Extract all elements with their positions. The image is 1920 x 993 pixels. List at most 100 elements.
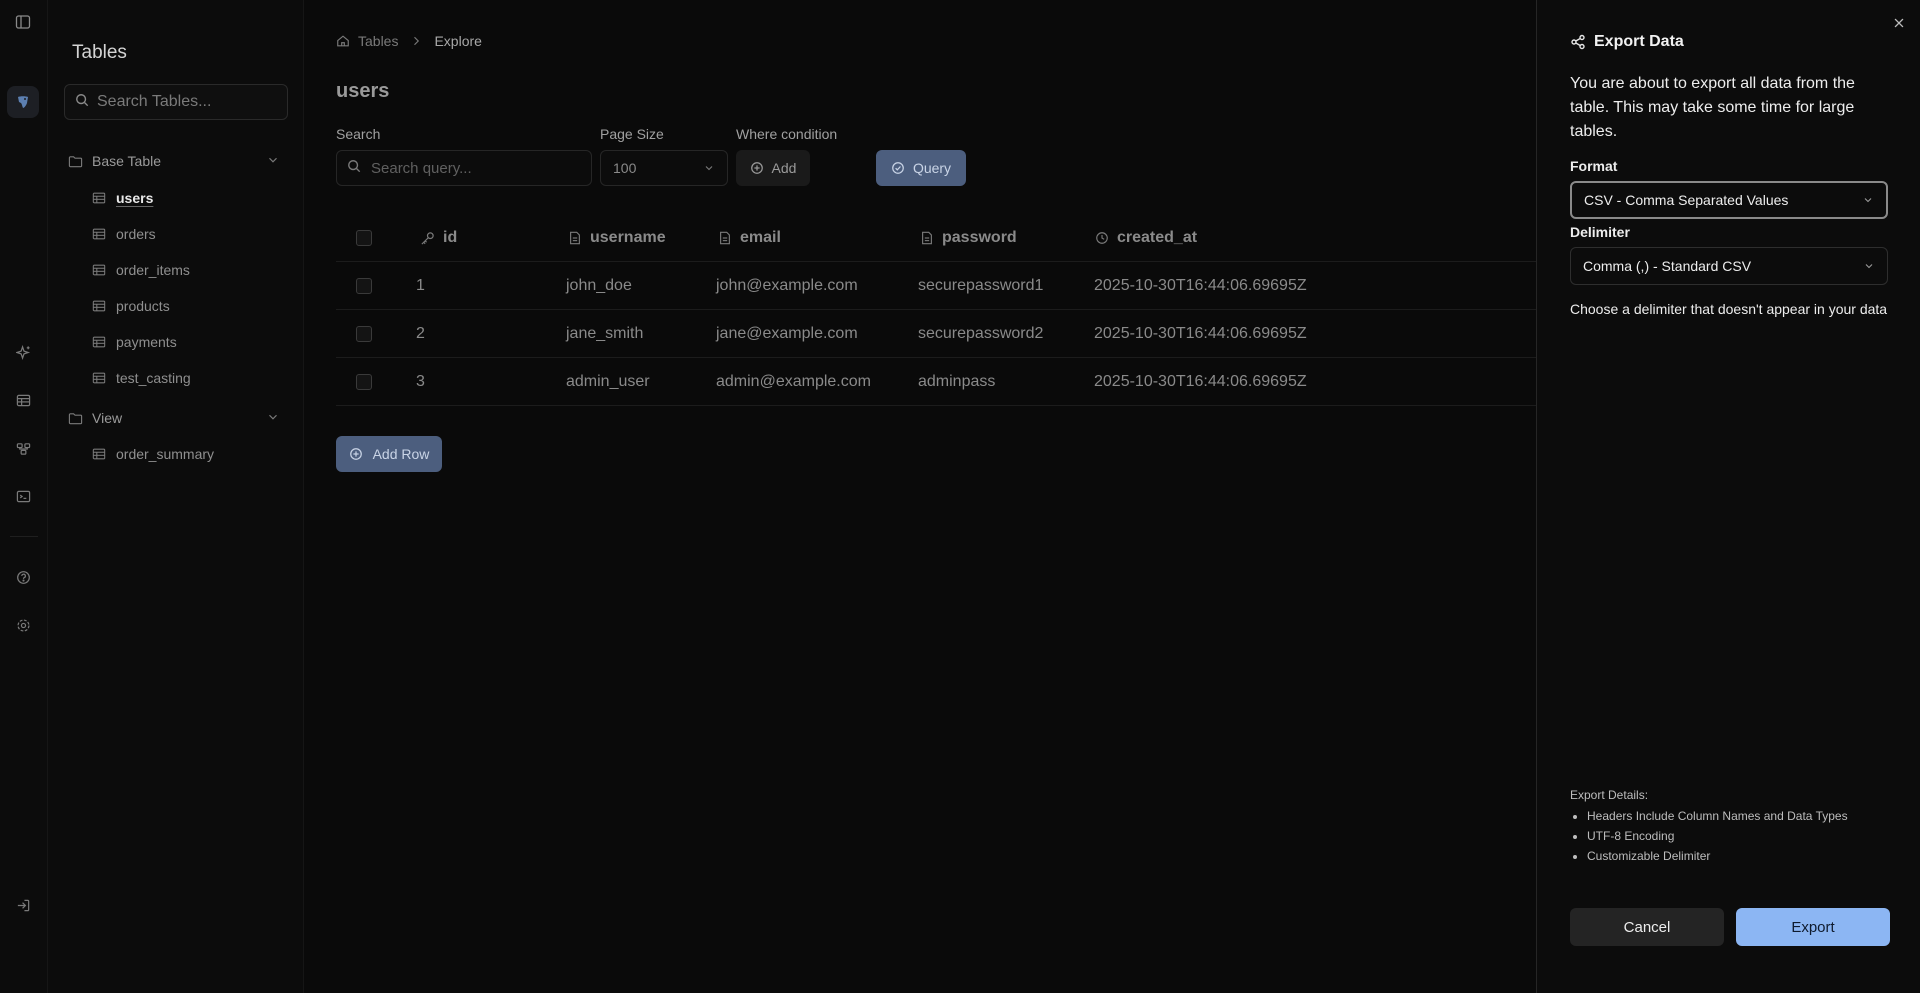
- table-row[interactable]: 1 john_doe john@example.com securepasswo…: [336, 262, 1536, 310]
- export-panel-title: Export Data: [1570, 33, 1684, 51]
- folder-icon: [68, 153, 84, 169]
- chevron-down-icon: [1862, 194, 1874, 206]
- column-header-id[interactable]: id: [420, 214, 457, 262]
- query-button[interactable]: Query: [876, 150, 966, 186]
- search-icon: [347, 159, 361, 178]
- row-checkbox[interactable]: [356, 278, 372, 294]
- row-checkbox[interactable]: [356, 374, 372, 390]
- search-icon: [75, 93, 89, 112]
- search-label: Search: [336, 126, 381, 142]
- sidebar-item-payments[interactable]: payments: [92, 329, 292, 355]
- query-search[interactable]: [336, 150, 592, 186]
- column-header-created-at[interactable]: created_at: [1095, 214, 1197, 262]
- ai-sparkle-icon[interactable]: [12, 341, 34, 363]
- row-checkbox[interactable]: [356, 326, 372, 342]
- export-details: Export Details: Headers Include Column N…: [1570, 788, 1848, 866]
- cell-username[interactable]: jane_smith: [566, 310, 643, 358]
- column-header-email[interactable]: email: [718, 214, 781, 262]
- group-label: Base Table: [92, 153, 162, 169]
- cell-created-at[interactable]: 2025-10-30T16:44:06.69695Z: [1094, 358, 1307, 406]
- format-label: Format: [1570, 158, 1618, 174]
- check-circle-icon: [891, 161, 905, 175]
- format-select[interactable]: CSV - Comma Separated Values: [1570, 181, 1888, 219]
- cell-username[interactable]: admin_user: [566, 358, 650, 406]
- delimiter-label: Delimiter: [1570, 224, 1630, 240]
- sidebar-item-order-summary[interactable]: order_summary: [92, 441, 292, 467]
- cell-created-at[interactable]: 2025-10-30T16:44:06.69695Z: [1094, 310, 1307, 358]
- cell-id[interactable]: 2: [416, 310, 425, 358]
- data-table: id username email password created_at 1: [336, 214, 1536, 406]
- file-text-icon: [718, 231, 732, 245]
- cell-email[interactable]: jane@example.com: [716, 310, 858, 358]
- table-row[interactable]: 3 admin_user admin@example.com adminpass…: [336, 358, 1536, 406]
- sidebar-item-order-items[interactable]: order_items: [92, 257, 292, 283]
- sidebar-item-label: order_summary: [116, 446, 215, 462]
- page-size-select[interactable]: 100: [600, 150, 728, 186]
- rail-divider: [10, 536, 38, 537]
- delimiter-select[interactable]: Comma (,) - Standard CSV: [1570, 247, 1888, 285]
- main-content: Tables Explore users Search Page Size Wh…: [304, 0, 1536, 993]
- chevron-down-icon: [1863, 260, 1875, 272]
- chevron-down-icon[interactable]: [266, 153, 280, 170]
- sidebar-item-test-casting[interactable]: test_casting: [92, 365, 292, 391]
- sidebar-item-label: payments: [116, 334, 177, 350]
- where-condition-label: Where condition: [736, 126, 838, 142]
- page-title: users: [336, 80, 390, 102]
- select-all-checkbox[interactable]: [356, 230, 372, 246]
- delimiter-hint: Choose a delimiter that doesn't appear i…: [1570, 301, 1888, 317]
- export-button[interactable]: Export: [1736, 908, 1890, 946]
- cell-password[interactable]: securepassword1: [918, 262, 1043, 310]
- cell-email[interactable]: admin@example.com: [716, 358, 871, 406]
- chevron-down-icon[interactable]: [266, 410, 280, 427]
- table-icon[interactable]: [12, 389, 34, 411]
- cell-id[interactable]: 3: [416, 358, 425, 406]
- table-icon: [92, 226, 108, 242]
- group-base-table[interactable]: Base Table: [68, 148, 288, 174]
- sidebar-item-products[interactable]: products: [92, 293, 292, 319]
- cell-id[interactable]: 1: [416, 262, 425, 310]
- table-icon: [92, 262, 108, 278]
- cell-created-at[interactable]: 2025-10-30T16:44:06.69695Z: [1094, 262, 1307, 310]
- home-icon[interactable]: [336, 34, 350, 48]
- settings-icon[interactable]: [12, 614, 34, 636]
- column-header-password[interactable]: password: [920, 214, 1017, 262]
- table-icon: [92, 446, 108, 462]
- export-data-panel: Export Data You are about to export all …: [1536, 0, 1920, 993]
- tables-sidebar: Tables Base Table users orders order_ite…: [48, 0, 304, 993]
- table-icon: [92, 190, 108, 206]
- sidebar-search-input[interactable]: [97, 93, 277, 111]
- terminal-icon[interactable]: [12, 485, 34, 507]
- add-condition-button[interactable]: Add: [736, 150, 810, 186]
- page-size-value: 100: [613, 160, 637, 176]
- cell-username[interactable]: john_doe: [566, 262, 632, 310]
- sidebar-item-label: test_casting: [116, 370, 191, 386]
- sidebar-item-orders[interactable]: orders: [92, 221, 292, 247]
- export-details-title: Export Details:: [1570, 788, 1649, 802]
- toggle-sidebar-icon[interactable]: [12, 11, 34, 33]
- breadcrumb-tables[interactable]: Tables: [358, 33, 398, 49]
- cell-email[interactable]: john@example.com: [716, 262, 858, 310]
- table-row[interactable]: 2 jane_smith jane@example.com securepass…: [336, 310, 1536, 358]
- close-icon[interactable]: [1892, 16, 1906, 35]
- cell-password[interactable]: securepassword2: [918, 310, 1043, 358]
- help-icon[interactable]: [12, 566, 34, 588]
- query-search-input[interactable]: [371, 159, 581, 177]
- cell-password[interactable]: adminpass: [918, 358, 995, 406]
- schema-icon[interactable]: [12, 437, 34, 459]
- sidebar-item-label: orders: [116, 226, 156, 242]
- column-header-username[interactable]: username: [568, 214, 666, 262]
- sidebar-item-users[interactable]: users: [92, 185, 292, 211]
- app-logo[interactable]: [7, 86, 39, 118]
- cancel-button[interactable]: Cancel: [1570, 908, 1724, 946]
- logout-icon[interactable]: [12, 894, 34, 916]
- group-view[interactable]: View: [68, 405, 288, 431]
- sidebar-item-label: order_items: [116, 262, 190, 278]
- sidebar-item-label: users: [116, 190, 154, 206]
- plus-circle-icon: [750, 161, 764, 175]
- table-icon: [92, 298, 108, 314]
- share-icon: [1570, 34, 1586, 50]
- add-row-button[interactable]: Add Row: [336, 436, 442, 472]
- file-text-icon: [920, 231, 934, 245]
- sidebar-search[interactable]: [64, 84, 288, 120]
- folder-icon: [68, 410, 84, 426]
